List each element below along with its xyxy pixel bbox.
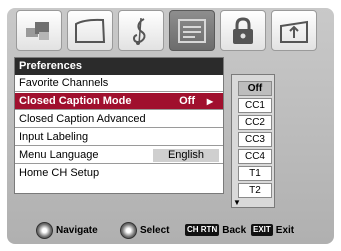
hint-navigate: Navigate bbox=[36, 220, 98, 240]
navigation-hints: Navigate Select CH RTN Back EXIT Exit bbox=[14, 220, 328, 240]
menu-item-label: Favorite Channels bbox=[19, 77, 109, 89]
tv-menu-screen: Preferences Favorite Channels Closed Cap… bbox=[0, 0, 341, 251]
setup-icon bbox=[280, 20, 308, 43]
option-off[interactable]: Off bbox=[238, 81, 272, 96]
tab-picture[interactable] bbox=[16, 10, 62, 51]
option-cc4[interactable]: CC4 bbox=[238, 149, 272, 164]
hint-select: Select bbox=[120, 220, 169, 240]
hint-exit: EXIT Exit bbox=[251, 220, 294, 240]
option-t1[interactable]: T1 bbox=[238, 166, 272, 181]
lock-icon bbox=[233, 16, 253, 44]
tab-screen[interactable] bbox=[67, 10, 113, 51]
hint-label: Back bbox=[222, 224, 247, 236]
hint-back: CH RTN Back bbox=[185, 220, 246, 240]
menu-item-menu-language[interactable]: Menu Language English bbox=[15, 147, 223, 164]
picture-icon bbox=[26, 21, 49, 40]
language-value: English bbox=[153, 149, 219, 162]
preferences-window: Preferences Favorite Channels Closed Cap… bbox=[14, 57, 224, 194]
caption-options-list: Off CC1 CC2 CC3 CC4 T1 T2 ▼ bbox=[231, 74, 275, 208]
hint-label: Exit bbox=[275, 224, 295, 236]
tab-audio[interactable] bbox=[118, 10, 164, 51]
ch-rtn-key-icon: CH RTN bbox=[185, 224, 220, 236]
option-cc1[interactable]: CC1 bbox=[238, 98, 272, 113]
audio-icon bbox=[133, 17, 146, 45]
preferences-title: Preferences bbox=[15, 58, 223, 75]
screen-icon bbox=[75, 18, 106, 43]
option-t2[interactable]: T2 bbox=[238, 183, 272, 198]
menu-item-home-ch-setup[interactable]: Home CH Setup bbox=[15, 165, 223, 182]
menu-item-label: Menu Language bbox=[19, 149, 99, 161]
tab-preferences[interactable] bbox=[169, 10, 215, 51]
menu-item-label: Home CH Setup bbox=[19, 167, 100, 179]
option-cc2[interactable]: CC2 bbox=[238, 115, 272, 130]
select-pad-icon bbox=[120, 221, 137, 239]
scroll-down-icon[interactable]: ▼ bbox=[233, 198, 241, 207]
tab-setup[interactable] bbox=[271, 10, 317, 51]
submenu-arrow-icon: ▶ bbox=[206, 97, 213, 106]
menu-item-closed-caption-mode[interactable]: Closed Caption Mode Off ▶ bbox=[15, 93, 223, 110]
hint-label: Navigate bbox=[56, 224, 98, 236]
tab-lock[interactable] bbox=[220, 10, 266, 51]
menu-item-label: Closed Caption Advanced bbox=[19, 113, 146, 125]
exit-key-icon: EXIT bbox=[251, 224, 273, 236]
option-cc3[interactable]: CC3 bbox=[238, 132, 272, 147]
hint-label: Select bbox=[140, 224, 170, 236]
menu-item-value: Off bbox=[179, 95, 195, 107]
menu-item-input-labeling[interactable]: Input Labeling bbox=[15, 129, 223, 146]
menu-item-closed-caption-advanced[interactable]: Closed Caption Advanced bbox=[15, 111, 223, 128]
navigate-pad-icon bbox=[36, 221, 53, 239]
menu-item-label: Closed Caption Mode bbox=[19, 95, 132, 107]
menu-item-favorite-channels[interactable]: Favorite Channels bbox=[15, 75, 223, 92]
preferences-icon bbox=[178, 18, 206, 43]
menu-item-label: Input Labeling bbox=[19, 131, 89, 143]
